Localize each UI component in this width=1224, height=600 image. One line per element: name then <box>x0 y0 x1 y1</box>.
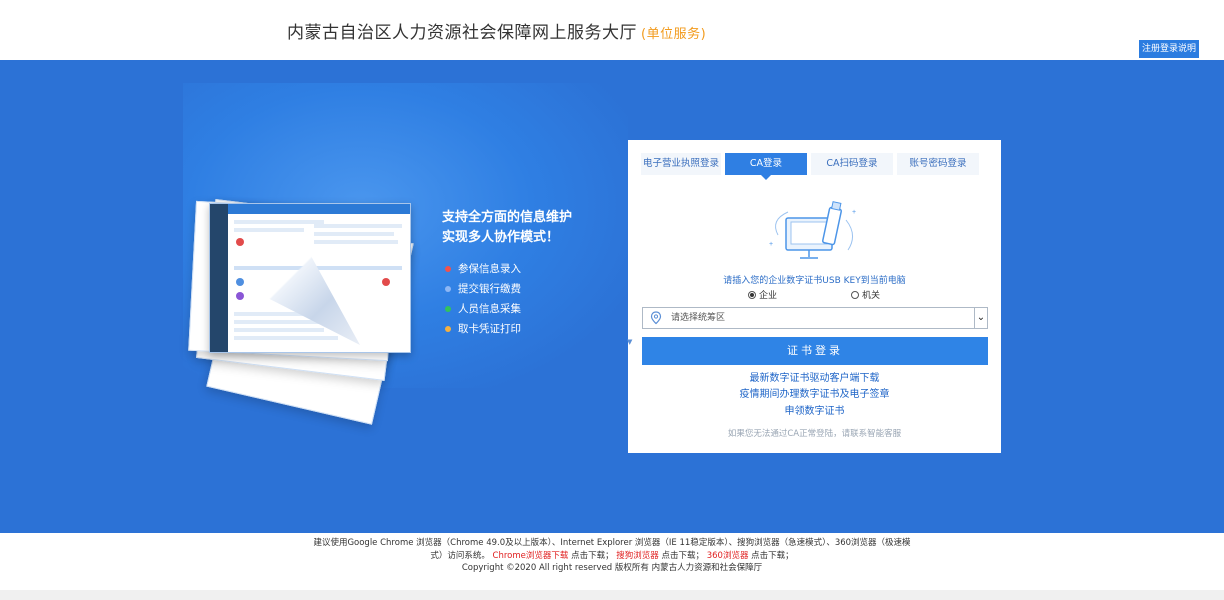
illustration-dot <box>382 278 390 286</box>
illustration-row <box>314 232 394 236</box>
illustration-row <box>234 328 324 332</box>
site-title-text: 内蒙古自治区人力资源社会保障网上服务大厅 <box>287 23 637 43</box>
feature-label: 人员信息采集 <box>458 303 521 315</box>
tab-ca-login[interactable]: CA登录 <box>725 153 807 180</box>
sogou-download-link[interactable]: 搜狗浏览器 <box>616 551 659 561</box>
caret-down-icon: ▼ <box>627 338 633 346</box>
region-select[interactable]: 请选择统筹区 ⌄ <box>642 307 988 329</box>
tab-password-login[interactable]: 账号密码登录 <box>897 153 979 175</box>
region-select-placeholder: 请选择统筹区 <box>671 313 726 323</box>
bullet-dot-icon <box>445 286 451 292</box>
illustration-dot <box>236 278 244 286</box>
browser-recommendation-line1: 建议使用Google Chrome 浏览器（Chrome 49.0及以上版本）、… <box>313 538 911 548</box>
radio-label: 机关 <box>862 291 881 301</box>
bullet-dot-icon <box>445 306 451 312</box>
tab-ca-qr-login[interactable]: CA扫码登录 <box>811 153 893 175</box>
hero-headline-line2: 实现多人协作模式！ <box>442 230 560 245</box>
browser-recommendation-line2: 式）访问系统。 Chrome浏览器下载 点击下载； 搜狗浏览器 点击下载； 36… <box>0 549 1224 561</box>
footer-bottom-bar <box>0 590 1224 600</box>
svg-text:+: + <box>852 209 856 216</box>
illustration-topbar <box>228 204 410 214</box>
radio-checked-icon <box>748 291 756 299</box>
feature-label: 参保信息录入 <box>458 263 521 275</box>
radio-enterprise[interactable]: 企业 <box>748 288 777 301</box>
site-title: 内蒙古自治区人力资源社会保障网上服务大厅 (单位服务) <box>287 18 706 43</box>
login-panel: 电子营业执照登录 CA登录 CA扫码登录 账号密码登录 + + 请插入您的企业数… <box>628 140 1001 453</box>
feature-item: 提交银行缴费 <box>445 281 521 296</box>
login-tabs: 电子营业执照登录 CA登录 CA扫码登录 账号密码登录 <box>641 153 979 180</box>
radio-label: 企业 <box>759 291 778 301</box>
driver-download-link[interactable]: 最新数字证书驱动客户端下载 <box>628 369 1001 384</box>
usb-key-hint: 请插入您的企业数字证书USB KEY到当前电脑 <box>723 276 906 286</box>
feature-item: 取卡凭证打印 <box>445 321 521 336</box>
bullet-dot-icon <box>445 266 451 272</box>
page-header: 内蒙古自治区人力资源社会保障网上服务大厅 (单位服务) 注册登录说明 <box>0 0 1224 60</box>
site-subtitle: (单位服务) <box>641 27 707 42</box>
illustration-row <box>314 240 398 244</box>
feature-label: 取卡凭证打印 <box>458 323 521 335</box>
hero-headline-line1: 支持全方面的信息维护 <box>442 210 573 225</box>
radio-unchecked-icon <box>851 291 859 299</box>
tab-business-license-login[interactable]: 电子营业执照登录 <box>641 153 721 175</box>
feature-label: 提交银行缴费 <box>458 283 521 295</box>
illustration-sidebar <box>210 204 228 352</box>
illustration-row <box>234 336 338 340</box>
footer-text: 点击下载； <box>661 551 705 561</box>
usb-key-computer-icon: + + <box>769 201 856 259</box>
epidemic-certificate-link[interactable]: 疫情期间办理数字证书及电子签章 <box>628 385 1001 400</box>
register-login-guide-button[interactable]: 注册登录说明 <box>1139 40 1199 58</box>
apply-certificate-link[interactable]: 申领数字证书 <box>628 402 1001 417</box>
chrome-download-link[interactable]: Chrome浏览器下载 <box>493 551 569 561</box>
copyright: Copyright ©2020 All right reserved 版权所有 … <box>461 563 763 573</box>
illustration-row <box>314 224 402 228</box>
illustration-dot <box>236 238 244 246</box>
360-download-link[interactable]: 360浏览器 <box>707 551 749 561</box>
chevron-down-icon[interactable]: ⌄ <box>974 308 987 328</box>
radio-government[interactable]: 机关 <box>851 288 880 301</box>
footer-text: 点击下载； <box>751 551 794 561</box>
footer-text: 点击下载； <box>571 551 614 561</box>
support-note: 如果您无法通过CA正常登陆，请联系智能客服 <box>727 429 902 439</box>
certificate-login-button[interactable]: 证书登录 <box>642 337 988 365</box>
map-pin-icon <box>650 311 662 325</box>
feature-item: 人员信息采集 <box>445 301 521 316</box>
bullet-dot-icon <box>445 326 451 332</box>
footer-text: 式）访问系统。 <box>430 551 490 561</box>
illustration-dot <box>236 292 244 300</box>
feature-item: 参保信息录入 <box>445 261 521 276</box>
svg-text:+: + <box>769 241 773 248</box>
hero-headline: 支持全方面的信息维护 实现多人协作模式！ <box>442 208 572 248</box>
